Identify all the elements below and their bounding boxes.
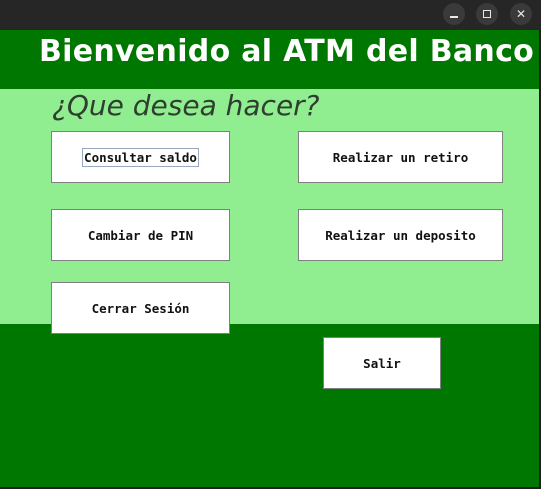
cerrar-sesion-button[interactable]: Cerrar Sesión bbox=[51, 282, 230, 334]
realizar-retiro-button[interactable]: Realizar un retiro bbox=[298, 131, 503, 183]
atm-content: Bienvenido al ATM del Banco ¿Que desea h… bbox=[0, 30, 539, 487]
cambiar-pin-label: Cambiar de PIN bbox=[87, 227, 194, 243]
window-titlebar[interactable]: ✕ bbox=[0, 0, 541, 30]
realizar-deposito-label: Realizar un deposito bbox=[325, 227, 476, 243]
menu-prompt: ¿Que desea hacer? bbox=[52, 89, 320, 122]
realizar-retiro-label: Realizar un retiro bbox=[332, 149, 469, 165]
header-banner: Bienvenido al ATM del Banco bbox=[0, 30, 539, 89]
close-icon: ✕ bbox=[515, 7, 527, 21]
salir-label: Salir bbox=[363, 355, 401, 371]
maximize-icon bbox=[483, 10, 491, 18]
minimize-icon bbox=[450, 16, 458, 18]
minimize-button[interactable] bbox=[443, 3, 465, 25]
cambiar-pin-button[interactable]: Cambiar de PIN bbox=[51, 209, 230, 261]
app-window: ✕ Bienvenido al ATM del Banco ¿Que desea… bbox=[0, 0, 541, 489]
cerrar-sesion-label: Cerrar Sesión bbox=[91, 300, 190, 316]
close-button[interactable]: ✕ bbox=[510, 3, 532, 25]
realizar-deposito-button[interactable]: Realizar un deposito bbox=[298, 209, 503, 261]
page-title: Bienvenido al ATM del Banco bbox=[39, 34, 535, 69]
consultar-saldo-label: Consultar saldo bbox=[82, 147, 199, 167]
salir-button[interactable]: Salir bbox=[323, 337, 441, 389]
consultar-saldo-button[interactable]: Consultar saldo bbox=[51, 131, 230, 183]
maximize-button[interactable] bbox=[476, 3, 498, 25]
